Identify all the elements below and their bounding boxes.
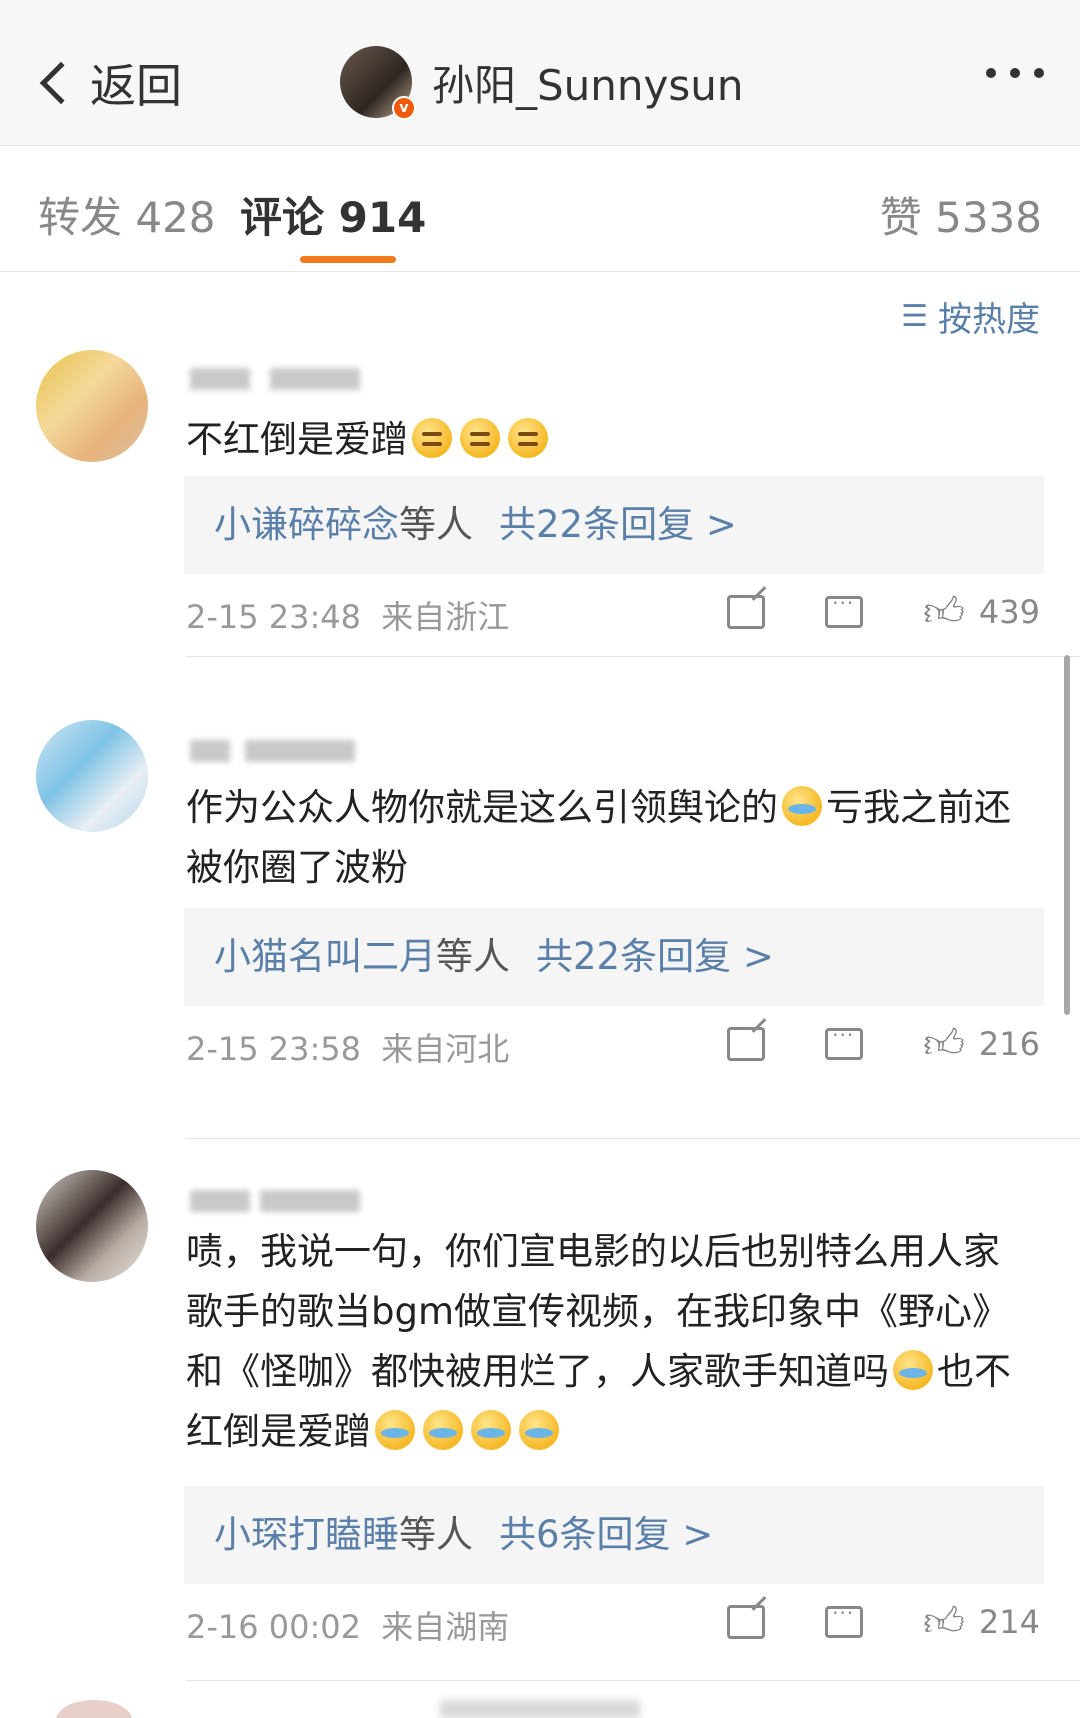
like-button[interactable]: 👍︎ 439 (923, 588, 1040, 636)
reply-icon[interactable] (825, 591, 864, 628)
reply-suffix: 等人 (399, 503, 473, 546)
like-button[interactable]: 👍︎ 214 (923, 1598, 1040, 1646)
comment-text: 不红倒是爱蹭 (186, 410, 1031, 470)
more-dot-icon (986, 68, 996, 78)
comment-text-part-a: 作为公众人物你就是这么引领舆论的 (186, 786, 778, 829)
more-options-button[interactable] (986, 68, 1044, 78)
comment-time: 2-15 23:48 (186, 598, 362, 636)
avatar[interactable] (36, 720, 148, 832)
replies-preview[interactable]: 小猫名叫二月等人 共22条回复 > (184, 908, 1044, 1006)
reply-icon[interactable] (825, 1023, 864, 1060)
like-count: 439 (978, 593, 1040, 631)
comment-text: 啧，我说一句，你们宣电影的以后也别特么用人家歌手的歌当bgm做宣传视频，在我印象… (186, 1222, 1031, 1462)
reply-total-link[interactable]: 共22条回复 > (499, 503, 737, 546)
divider (186, 1680, 1080, 1681)
username-redacted[interactable] (190, 360, 390, 394)
profile-name[interactable]: 孙阳_Sunnysun (432, 52, 744, 113)
reply-users[interactable]: 小猫名叫二月 (214, 935, 436, 978)
laughing-crying-emoji-icon (893, 1350, 933, 1390)
avatar[interactable] (36, 350, 148, 462)
comment-location: 来自河北 (381, 1030, 510, 1068)
sort-label: 按热度 (938, 300, 1040, 340)
smirk-emoji-icon (508, 418, 548, 458)
profile-header[interactable]: v 孙阳_Sunnysun (340, 46, 744, 120)
reply-total-link[interactable]: 共6条回复 > (499, 1513, 713, 1556)
username-redacted[interactable] (190, 1182, 390, 1216)
reply-suffix: 等人 (399, 1513, 473, 1556)
scrollbar[interactable] (1064, 655, 1070, 1015)
replies-preview[interactable]: 小谦碎碎念等人 共22条回复 > (184, 476, 1044, 574)
like-count: 216 (978, 1025, 1040, 1063)
sort-by-hot-button[interactable]: ☰ 按热度 (901, 292, 1040, 341)
thumbs-up-icon: 👍︎ (923, 1021, 965, 1067)
comment-actions: 👍︎ 216 (727, 1020, 1040, 1068)
tab-likes[interactable]: 赞 5338 (880, 184, 1042, 245)
laughing-crying-emoji-icon (375, 1410, 415, 1450)
avatar[interactable]: v (340, 46, 416, 120)
more-dot-icon (1034, 68, 1044, 78)
laughing-crying-emoji-icon (471, 1410, 511, 1450)
thumbs-up-icon: 👍︎ (923, 589, 965, 635)
back-button[interactable]: 返回 (32, 50, 182, 116)
laughing-crying-emoji-icon (782, 786, 822, 826)
comment-text: 作为公众人物你就是这么引领舆论的 亏我之前还被你圈了波粉 (186, 778, 1031, 898)
reply-users[interactable]: 小谦碎碎念 (214, 503, 399, 546)
comment-time: 2-16 00:02 (186, 1608, 362, 1646)
laughing-crying-emoji-icon (519, 1410, 559, 1450)
avatar[interactable] (36, 1170, 148, 1282)
verified-badge-icon: v (392, 96, 416, 120)
comment-actions: 👍︎ 214 (727, 1598, 1040, 1646)
username-redacted[interactable] (440, 1700, 640, 1718)
comment-text-main: 不红倒是爱蹭 (186, 418, 408, 461)
tab-bar: 转发 428 评论 914 赞 5338 (0, 146, 1080, 272)
chevron-left-icon (39, 61, 83, 105)
comment-meta: 2-15 23:58 来自河北 (186, 1024, 509, 1070)
divider (186, 1138, 1080, 1139)
top-nav-bar: 返回 v 孙阳_Sunnysun (0, 0, 1080, 146)
comment-meta: 2-15 23:48 来自浙江 (186, 592, 509, 638)
comment-location: 来自浙江 (381, 598, 510, 636)
reply-total-link[interactable]: 共22条回复 > (536, 935, 774, 978)
replies-preview[interactable]: 小琛打瞌睡等人 共6条回复 > (184, 1486, 1044, 1584)
share-icon[interactable] (727, 1605, 766, 1639)
reply-users[interactable]: 小琛打瞌睡 (214, 1513, 399, 1556)
share-icon[interactable] (727, 1027, 766, 1061)
reply-icon[interactable] (825, 1601, 864, 1638)
comment-time: 2-15 23:58 (186, 1030, 362, 1068)
reply-suffix: 等人 (436, 935, 510, 978)
tab-repost[interactable]: 转发 428 (38, 184, 216, 245)
comment-location: 来自湖南 (381, 1608, 510, 1646)
username-redacted[interactable] (190, 732, 390, 766)
sort-icon: ☰ (901, 299, 928, 334)
comment-meta: 2-16 00:02 来自湖南 (186, 1602, 509, 1648)
share-icon[interactable] (727, 595, 766, 629)
more-dot-icon (1010, 68, 1020, 78)
back-label: 返回 (90, 59, 182, 113)
smirk-emoji-icon (460, 418, 500, 458)
like-button[interactable]: 👍︎ 216 (923, 1020, 1040, 1068)
like-count: 214 (978, 1603, 1040, 1641)
comment-text-part-a: 啧，我说一句，你们宣电影的以后也别特么用人家歌手的歌当bgm做宣传视频，在我印象… (186, 1230, 1010, 1393)
divider (186, 656, 1080, 657)
comment-actions: 👍︎ 439 (727, 588, 1040, 636)
thumbs-up-icon: 👍︎ (923, 1599, 965, 1645)
tab-comments[interactable]: 评论 914 (240, 184, 426, 245)
active-tab-indicator (300, 256, 396, 263)
smirk-emoji-icon (412, 418, 452, 458)
avatar[interactable] (56, 1700, 132, 1718)
laughing-crying-emoji-icon (423, 1410, 463, 1450)
